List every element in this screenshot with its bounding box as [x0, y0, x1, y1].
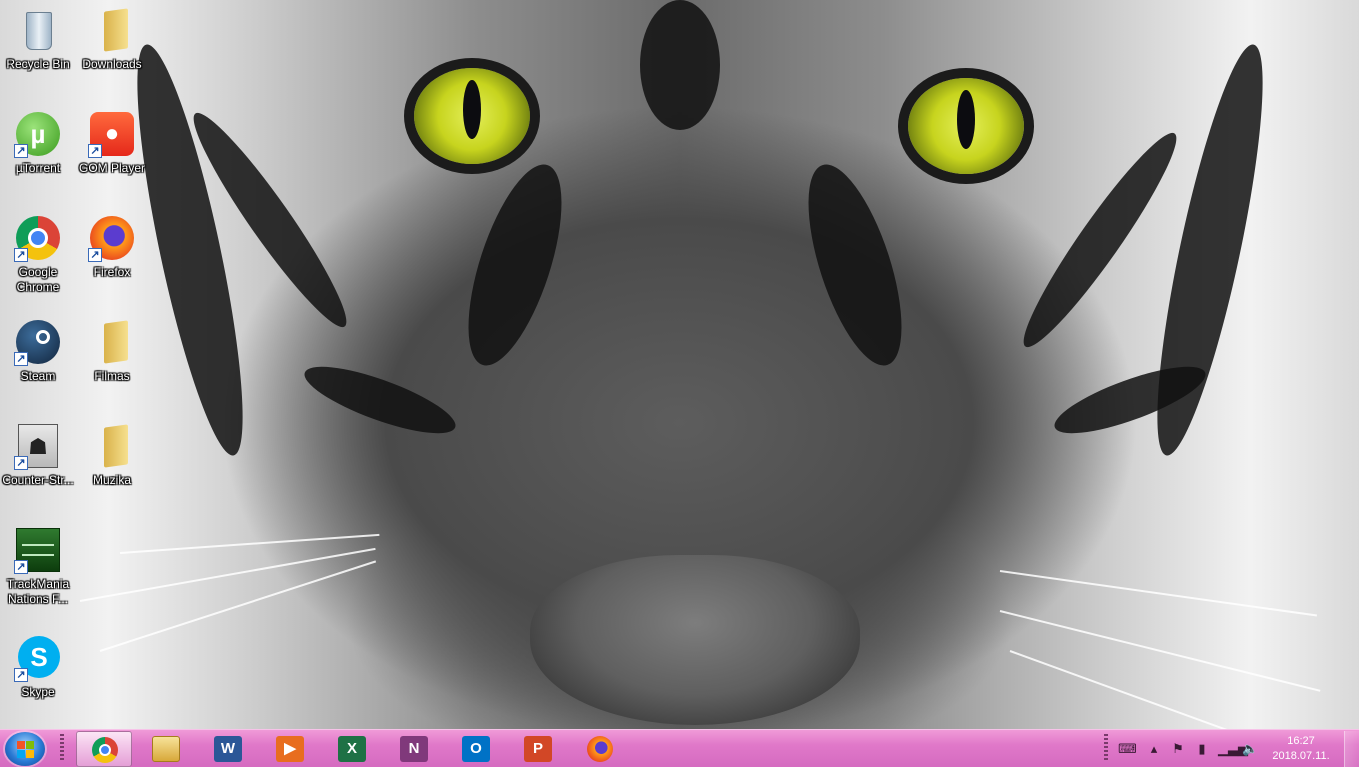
desktop-icon-google-chrome[interactable]: ↗ Google Chrome	[0, 214, 76, 295]
folder-icon	[88, 6, 136, 54]
desktop-icon-filmas[interactable]: Filmas	[74, 318, 150, 384]
tiger-nose	[530, 555, 860, 725]
counter-strike-icon: ☗ ↗	[14, 422, 62, 470]
volume-icon[interactable]: 🔈	[1242, 741, 1258, 757]
tiger-right-eye	[908, 78, 1024, 174]
taskbar-button-powerpoint[interactable]: P	[510, 731, 566, 767]
taskbar-button-media-player[interactable]: ▶	[262, 731, 318, 767]
desktop-icon-muzika[interactable]: Muzika	[74, 422, 150, 488]
shortcut-arrow-icon: ↗	[14, 352, 28, 366]
shortcut-arrow-icon: ↗	[88, 248, 102, 262]
taskbar-button-firefox[interactable]	[572, 731, 628, 767]
show-desktop-button[interactable]	[1344, 731, 1359, 767]
taskbar-grip[interactable]	[60, 734, 64, 762]
skype-icon: S ↗	[14, 634, 62, 682]
power-icon[interactable]: ▮	[1194, 741, 1210, 757]
keyboard-icon[interactable]: ⌨	[1118, 741, 1137, 757]
shortcut-arrow-icon: ↗	[14, 144, 28, 158]
chevron-up-icon[interactable]: ▴	[1146, 741, 1162, 757]
folder-icon	[152, 736, 180, 762]
taskbar-button-outlook[interactable]: O	[448, 731, 504, 767]
taskbar-clock[interactable]: 16:27 2018.07.11.	[1270, 734, 1332, 764]
shortcut-arrow-icon: ↗	[14, 248, 28, 262]
firefox-icon	[587, 736, 613, 762]
clock-time: 16:27	[1287, 735, 1315, 747]
desktop-icon-utorrent[interactable]: µ ↗ µTorrent	[0, 110, 76, 176]
desktop-icon-counter-strike[interactable]: ☗ ↗ Counter-Str...	[0, 422, 76, 488]
taskbar-button-excel[interactable]: X	[324, 731, 380, 767]
recycle-bin-icon	[14, 6, 62, 54]
taskbar-button-word[interactable]: W	[200, 731, 256, 767]
chrome-icon	[92, 737, 118, 763]
folder-icon	[88, 422, 136, 470]
desktop-icon-downloads[interactable]: Downloads	[74, 6, 150, 72]
chrome-icon: ↗	[14, 214, 62, 262]
desktop-icon-recycle-bin[interactable]: Recycle Bin	[0, 6, 76, 72]
gom-player-icon: ● ↗	[88, 110, 136, 158]
folder-icon	[88, 318, 136, 366]
firefox-icon: ↗	[88, 214, 136, 262]
trackmania-icon: ↗	[14, 526, 62, 574]
shortcut-arrow-icon: ↗	[14, 668, 28, 682]
steam-icon: ↗	[14, 318, 62, 366]
tray-grip[interactable]	[1104, 734, 1108, 762]
taskbar: W ▶ X N O P ⌨ ▴ ⚑ ▮ ▁▃▅ 🔈 16:27 2018.07.…	[0, 729, 1359, 767]
onenote-icon: N	[400, 736, 428, 762]
outlook-icon: O	[462, 736, 490, 762]
taskbar-button-onenote[interactable]: N	[386, 731, 442, 767]
taskbar-button-file-explorer[interactable]	[138, 731, 194, 767]
desktop-icon-gom-player[interactable]: ● ↗ GOM Player	[74, 110, 150, 176]
desktop-icon-skype[interactable]: S ↗ Skype	[0, 634, 76, 700]
network-signal-icon[interactable]: ▁▃▅	[1218, 741, 1248, 757]
shortcut-arrow-icon: ↗	[14, 456, 28, 470]
desktop-icon-trackmania[interactable]: ↗ TrackMania Nations F...	[0, 526, 76, 607]
desktop-icon-steam[interactable]: ↗ Steam	[0, 318, 76, 384]
windows-start-icon[interactable]	[5, 732, 45, 766]
desktop-wallpaper: Recycle Bin Downloads µ ↗ µTorrent ● ↗ G…	[0, 0, 1359, 729]
taskbar-button-chrome[interactable]	[76, 731, 132, 767]
tiger-left-eye	[414, 68, 530, 164]
excel-icon: X	[338, 736, 366, 762]
clock-date: 2018.07.11.	[1272, 750, 1330, 762]
desktop-icon-firefox[interactable]: ↗ Firefox	[74, 214, 150, 280]
powerpoint-icon: P	[524, 736, 552, 762]
media-player-icon: ▶	[276, 736, 304, 762]
word-icon: W	[214, 736, 242, 762]
utorrent-icon: µ ↗	[14, 110, 62, 158]
shortcut-arrow-icon: ↗	[14, 560, 28, 574]
shortcut-arrow-icon: ↗	[88, 144, 102, 158]
action-center-flag-icon[interactable]: ⚑	[1170, 741, 1186, 757]
